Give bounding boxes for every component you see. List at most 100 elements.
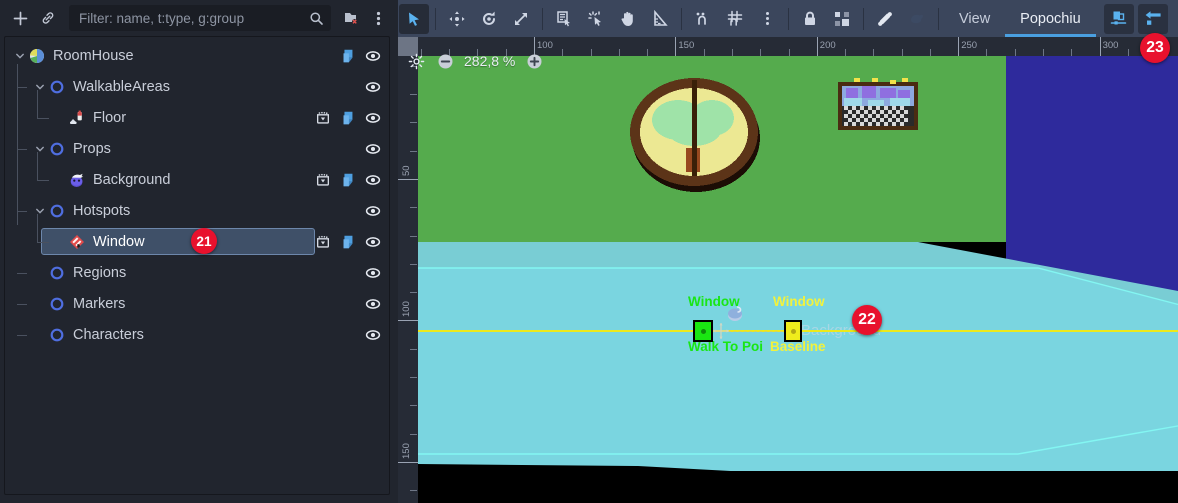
- ruler-tick: [901, 49, 903, 56]
- tree-item-props[interactable]: Props: [5, 133, 389, 164]
- tree-item-characters[interactable]: Characters: [5, 319, 389, 350]
- toggle-visibility-button[interactable]: [365, 203, 381, 219]
- search-icon: [309, 11, 324, 26]
- group-icon: [47, 263, 67, 283]
- viewport-canvas-area[interactable]: Background Window Window Walk To Poi Bas…: [398, 37, 1178, 503]
- tree-item-markers[interactable]: Markers: [5, 288, 389, 319]
- add-object-button[interactable]: [7, 5, 33, 31]
- snap-options-menu-button[interactable]: [752, 4, 782, 34]
- room-icon: [27, 46, 47, 66]
- ruler-tick: [410, 405, 417, 407]
- walkable-area-polygon[interactable]: [418, 56, 1178, 503]
- open-animation-button[interactable]: [315, 172, 331, 188]
- ruler-tick: [929, 49, 931, 56]
- snap-tool-button[interactable]: [688, 4, 718, 34]
- tree-item-roomhouse[interactable]: RoomHouse: [5, 40, 389, 71]
- tree-item-actions: [305, 110, 381, 126]
- fit-to-screen-icon[interactable]: [406, 51, 426, 71]
- tree-item-hotspots[interactable]: Hotspots: [5, 195, 389, 226]
- ruler-tick: [845, 49, 847, 56]
- open-animation-button[interactable]: [315, 234, 331, 250]
- list-select-tool-button[interactable]: [549, 4, 579, 34]
- kebab-menu-icon[interactable]: [365, 5, 391, 31]
- rotate-tool-button[interactable]: [474, 4, 504, 34]
- zoom-in-button[interactable]: [524, 51, 544, 71]
- transform-gizmo-button[interactable]: [1172, 4, 1178, 34]
- chevron-down-icon[interactable]: [33, 82, 47, 92]
- open-script-button[interactable]: [340, 110, 356, 126]
- toggle-bottom-panel-button[interactable]: [1103, 3, 1134, 34]
- room-objects-tree-container[interactable]: RoomHouse WalkableAreas Floor Props Backgrou…: [4, 36, 390, 495]
- group-tool-button[interactable]: [827, 4, 857, 34]
- vertical-ruler: 50 100 150: [398, 37, 418, 503]
- ruler-tool-button[interactable]: [645, 4, 675, 34]
- tree-item-actions: [305, 172, 381, 188]
- pan-tool-button[interactable]: [613, 4, 643, 34]
- link-icon[interactable]: [35, 5, 61, 31]
- scale-tool-button[interactable]: [506, 4, 536, 34]
- room-scene[interactable]: Background Window Window Walk To Poi Bas…: [418, 56, 1178, 503]
- toolbar-separator: [863, 7, 864, 30]
- tree-item-actions: [305, 48, 381, 64]
- ruler-tick: [410, 207, 417, 209]
- chevron-down-icon[interactable]: [13, 51, 27, 61]
- ruler-tick: [1043, 49, 1045, 56]
- open-script-button[interactable]: [340, 234, 356, 250]
- bone-tool-button[interactable]: [870, 4, 900, 34]
- toggle-visibility-button[interactable]: [365, 141, 381, 157]
- filter-input[interactable]: [79, 10, 309, 26]
- toolbar-separator: [435, 7, 436, 30]
- toggle-visibility-button[interactable]: [365, 296, 381, 312]
- lock-tool-button[interactable]: [795, 4, 825, 34]
- tree-item-floor[interactable]: Floor: [5, 102, 389, 133]
- toggle-visibility-button[interactable]: [365, 172, 381, 188]
- toggle-visibility-button[interactable]: [365, 79, 381, 95]
- tree-guide-line: [37, 117, 49, 119]
- tree-item-background[interactable]: Background: [5, 164, 389, 195]
- move-gizmo-icon[interactable]: [712, 322, 730, 340]
- chevron-down-icon[interactable]: [33, 206, 47, 216]
- walk-to-point-handle[interactable]: [693, 320, 713, 342]
- grid-snap-tool-button[interactable]: [720, 4, 750, 34]
- open-script-button[interactable]: [340, 172, 356, 188]
- toggle-left-panel-button[interactable]: [1137, 3, 1168, 34]
- move-tool-button[interactable]: [442, 4, 472, 34]
- open-script-button[interactable]: [340, 48, 356, 64]
- room-objects-toolbar: [0, 0, 398, 36]
- tree-item-actions: [305, 203, 381, 219]
- ruler-tick: [675, 37, 677, 56]
- ruler-tick: [760, 49, 762, 56]
- zoom-out-button[interactable]: [435, 51, 455, 71]
- tree-item-walkableareas[interactable]: WalkableAreas: [5, 71, 389, 102]
- ruler-tick: [647, 49, 649, 56]
- popochiu-menu-button[interactable]: Popochiu: [1005, 0, 1097, 37]
- smart-snap-tool-button[interactable]: [581, 4, 611, 34]
- toggle-visibility-button[interactable]: [365, 234, 381, 250]
- prop-icon: [67, 170, 87, 190]
- tree-item-label: WalkableAreas: [73, 78, 170, 95]
- tree-item-regions[interactable]: Regions: [5, 257, 389, 288]
- chevron-down-icon[interactable]: [33, 144, 47, 154]
- ruler-tick: [788, 49, 790, 56]
- toolbar-separator: [938, 7, 939, 30]
- select-tool-button[interactable]: [399, 3, 429, 34]
- open-animation-button[interactable]: [315, 110, 331, 126]
- toggle-visibility-button[interactable]: [365, 110, 381, 126]
- view-menu-button[interactable]: View: [944, 0, 1005, 37]
- toggle-visibility-button[interactable]: [365, 265, 381, 281]
- toggle-visibility-button[interactable]: [365, 48, 381, 64]
- ruler-tick: [410, 150, 417, 152]
- viewport-stage[interactable]: Background Window Window Walk To Poi Bas…: [418, 56, 1178, 503]
- zoom-controls: 282,8 %: [406, 51, 544, 71]
- filter-field-wrapper[interactable]: [69, 5, 331, 31]
- toggle-visibility-button[interactable]: [365, 327, 381, 343]
- mask-tool-button[interactable]: [902, 4, 932, 34]
- baseline-handle[interactable]: [784, 320, 802, 342]
- remove-node-icon[interactable]: [337, 5, 363, 31]
